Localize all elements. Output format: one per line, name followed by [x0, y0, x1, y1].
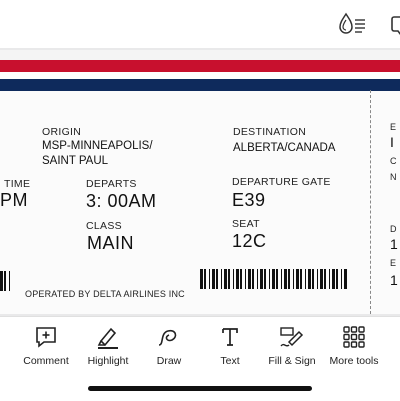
stub-text: E — [390, 122, 397, 132]
class-label: CLASS — [86, 220, 122, 232]
barcode-bar — [252, 269, 254, 289]
barcode-bar — [209, 269, 210, 289]
barcode-bar — [4, 271, 6, 291]
barcode-bar — [272, 269, 275, 289]
perforation-line — [370, 90, 371, 314]
destination-label: DESTINATION — [233, 126, 307, 138]
barcode-bar — [257, 269, 258, 289]
seat-value: 12C — [232, 231, 267, 251]
share-button[interactable] — [386, 10, 400, 40]
barcode-bar — [264, 269, 266, 289]
white-stripe — [0, 72, 400, 79]
class-value: MAIN — [87, 233, 134, 253]
highlight-icon — [95, 325, 121, 349]
barcode-bar — [233, 269, 234, 289]
stub-text: C — [390, 156, 397, 166]
barcode-bar — [336, 269, 338, 289]
more-tools-label: More tools — [329, 355, 379, 367]
barcode-bar — [236, 269, 239, 289]
document-viewer[interactable]: ORIGIN MSP-MINNEAPOLIS/ SAINT PAUL DESTI… — [0, 48, 400, 316]
barcode-bar — [248, 269, 251, 289]
barcode-bar — [300, 269, 302, 289]
stub-text: N — [390, 172, 397, 182]
home-indicator[interactable] — [88, 386, 312, 391]
stub-text: E — [390, 258, 397, 268]
departs-value: 3: 00AM — [86, 191, 157, 211]
operated-by-text: OPERATED BY DELTA AIRLINES INC — [25, 289, 185, 299]
text-tool[interactable]: Text — [197, 325, 263, 373]
barcode-bar — [312, 269, 314, 289]
stub-text: I — [390, 134, 394, 150]
ticket-top-band — [0, 50, 400, 60]
barcode-bar — [320, 269, 323, 289]
barcode-bar — [341, 269, 342, 289]
barcode-bar — [212, 269, 215, 289]
comment-tool[interactable]: Comment — [13, 325, 79, 373]
origin-value-line2: SAINT PAUL — [42, 155, 109, 167]
barcode-bar — [224, 269, 227, 289]
stub-text: D — [390, 224, 397, 234]
more-tools-icon — [341, 325, 367, 349]
barcode-bar — [281, 269, 282, 289]
time-label: TIME — [4, 178, 31, 190]
origin-value-line1: MSP-MINNEAPOLIS/ — [42, 140, 153, 152]
ink-drops-button[interactable] — [336, 10, 370, 40]
boarding-pass: ORIGIN MSP-MINNEAPOLIS/ SAINT PAUL DESTI… — [0, 50, 400, 314]
highlight-label: Highlight — [87, 355, 129, 367]
time-value: PM — [0, 190, 28, 210]
gate-label: DEPARTURE GATE — [232, 176, 331, 188]
more-tools-tool[interactable]: More tools — [321, 325, 387, 373]
barcode-bar — [9, 271, 10, 291]
draw-icon — [156, 325, 182, 349]
stub-text: 1 — [390, 236, 398, 252]
barcode-bar — [284, 269, 287, 289]
top-toolbar — [0, 0, 400, 48]
barcode-bar — [240, 269, 242, 289]
barcode-bar — [228, 269, 230, 289]
barcode-bar — [204, 269, 206, 289]
text-icon — [217, 325, 243, 349]
draw-tool[interactable]: Draw — [136, 325, 202, 373]
highlight-tool[interactable]: Highlight — [75, 325, 141, 373]
barcode-bar — [0, 271, 3, 291]
navy-stripe — [0, 79, 400, 91]
fill-sign-label: Fill & Sign — [268, 355, 316, 367]
seat-label: SEAT — [232, 218, 260, 230]
barcode-bar — [276, 269, 278, 289]
stub-text: 1 — [390, 272, 398, 288]
barcode-bar — [324, 269, 326, 289]
barcode-right — [200, 269, 348, 289]
barcode-bar — [260, 269, 263, 289]
barcode-bar — [288, 269, 290, 289]
barcode-bar — [200, 269, 203, 289]
draw-label: Draw — [156, 355, 182, 367]
barcode-bar — [317, 269, 318, 289]
fill-sign-icon — [279, 325, 305, 349]
barcode-bar — [296, 269, 299, 289]
gate-value: E39 — [232, 190, 266, 210]
red-stripe — [0, 60, 400, 72]
comment-icon — [33, 325, 59, 349]
fill-sign-tool[interactable]: Fill & Sign — [259, 325, 325, 373]
departs-label: DEPARTS — [86, 178, 137, 190]
origin-label: ORIGIN — [42, 126, 82, 138]
barcode-bar — [269, 269, 270, 289]
text-label: Text — [220, 355, 240, 367]
share-icon — [391, 16, 400, 35]
barcode-bar — [216, 269, 218, 289]
barcode-bar — [305, 269, 306, 289]
barcode-bar — [308, 269, 311, 289]
barcode-bar — [293, 269, 294, 289]
barcode-bar — [245, 269, 246, 289]
barcode-bar — [221, 269, 222, 289]
destination-value: ALBERTA/CANADA — [233, 142, 336, 154]
barcode-left — [0, 271, 14, 291]
comment-label: Comment — [23, 355, 69, 367]
barcode-bar — [344, 269, 347, 289]
ink-drops-icon — [339, 12, 365, 34]
barcode-bar — [329, 269, 330, 289]
barcode-bar — [332, 269, 335, 289]
